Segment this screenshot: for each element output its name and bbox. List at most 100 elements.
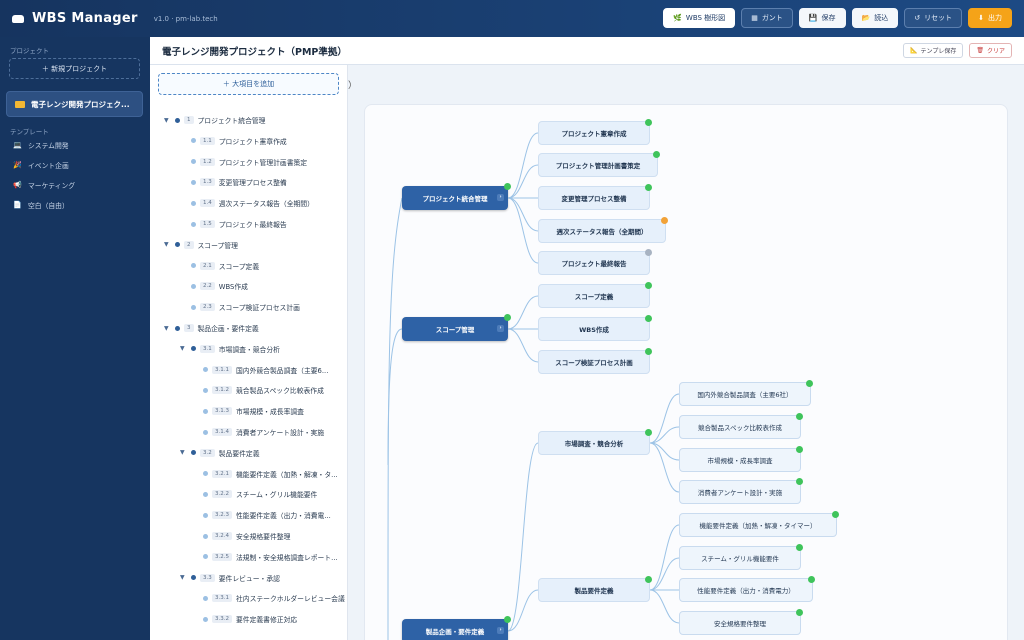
template-blank[interactable]: 📄 空白（自由） [13, 200, 69, 210]
tree-row[interactable]: 3.3.1 社内ステークホルダーレビュー会議 [192, 589, 345, 607]
tree-row[interactable]: 1.3 変更管理プロセス整備 [180, 173, 287, 191]
mindmap-node[interactable]: 国内外競合製品調査（主要6社） [679, 380, 813, 406]
tree-row[interactable]: 1.2 プロジェクト管理計画書策定 [180, 153, 307, 171]
expand-icon[interactable]: › [497, 627, 504, 634]
gantt-view-button[interactable]: ▦ ガント [741, 8, 793, 28]
mindmap-node[interactable]: 消費者アンケート設計・実施 [679, 478, 803, 504]
app-logo: WBS Manager v1.0 · pm-lab.tech [12, 11, 218, 26]
mindmap-node[interactable]: 性能要件定義（出力・消費電力） [679, 576, 815, 602]
save-button[interactable]: 💾 保存 [798, 8, 846, 28]
mindmap-node[interactable]: プロジェクト最終報告 [538, 249, 652, 275]
status-indicator-icon [645, 249, 652, 256]
mindmap-node[interactable]: 市場規模・成長率調査 [679, 446, 803, 472]
mindmap-node[interactable]: スチーム・グリル機能要件 [679, 544, 803, 570]
tree-row[interactable]: ▼ 3.2 製品要件定義 [180, 444, 260, 462]
status-indicator-icon [808, 576, 815, 583]
chevron-down-icon[interactable]: ▼ [164, 241, 171, 248]
tree-row[interactable]: 3.2.4 安全規格要件整理 [192, 527, 290, 545]
mindmap-node[interactable]: WBS作成 [538, 315, 652, 341]
button-label: クリア [986, 48, 1005, 55]
export-button[interactable]: ⬇ 出力 [968, 8, 1012, 28]
mindmap-link [649, 524, 680, 591]
tree-row-label: 機能要件定義（加熱・解凍・タ... [236, 470, 338, 479]
status-indicator-icon [504, 616, 511, 623]
status-dot-icon [203, 512, 208, 518]
tree-row[interactable]: 3.2.1 機能要件定義（加熱・解凍・タ... [192, 465, 338, 483]
tree-row[interactable]: ▼ 1 プロジェクト統合管理 [164, 111, 265, 129]
mindmap-node[interactable]: 市場調査・競合分析 [538, 429, 652, 455]
tree-row[interactable]: 1.4 週次ステータス報告（全期間） [180, 194, 314, 212]
tree-row[interactable]: 3.2.5 法規制・安全規格調査レポート... [192, 548, 338, 566]
tree-row[interactable]: 1.5 プロジェクト最終報告 [180, 215, 287, 233]
mindmap-node[interactable]: 競合製品スペック比較表作成 [679, 413, 803, 439]
expand-icon[interactable]: › [497, 194, 504, 201]
chevron-down-icon[interactable]: ▼ [180, 449, 187, 456]
chevron-down-icon[interactable]: ▼ [164, 325, 171, 332]
status-dot-icon [203, 554, 208, 560]
mindmap-node[interactable]: プロジェクト管理計画書策定 [538, 151, 660, 177]
tree-row-label: スコープ管理 [197, 241, 238, 250]
tree-row[interactable]: 3.1.3 市場規模・成長率調査 [192, 402, 304, 420]
tree-row-label: WBS作成 [218, 283, 248, 292]
mindmap-node[interactable]: プロジェクト憲章作成 [538, 119, 652, 145]
tree-row[interactable]: 3.2.3 性能要件定義（出力・消費電... [192, 506, 331, 524]
tree-row[interactable]: 3.1.4 消費者アンケート設計・実施 [192, 423, 324, 441]
mindmap-node[interactable]: 変更管理プロセス整備 [538, 184, 652, 210]
tree-row[interactable]: ▼ 3 製品企画・要件定義 [164, 319, 259, 337]
mindmap-node[interactable]: 製品企画・要件定義 › [402, 616, 511, 640]
tree-row[interactable]: 3.1.1 国内外競合製品調査（主要6... [192, 361, 328, 379]
reset-button[interactable]: ↺ リセット [904, 8, 963, 28]
download-icon: ⬇ [978, 14, 984, 22]
current-project-item[interactable]: 電子レンジ開発プロジェク... [6, 91, 143, 117]
tree-row-label: プロジェクト憲章作成 [218, 137, 287, 146]
mindmap-canvas[interactable]: ） プロジェクト統合管理 › プロジェクト憲章作成 プロジェクト管理計画書策定 変更管理… [348, 65, 1024, 640]
expand-icon[interactable]: › [497, 325, 504, 332]
tree-row[interactable]: 3.1.2 競合製品スペック比較表作成 [192, 381, 324, 399]
template-system-dev[interactable]: 💻 システム開発 [13, 140, 69, 150]
mindmap-link [649, 426, 680, 444]
template-marketing[interactable]: 📢 マーケティング [13, 180, 75, 190]
tree-row[interactable]: 2.1 スコープ定義 [180, 257, 259, 275]
mindmap-node[interactable]: スコープ管理 › [402, 314, 511, 341]
mindmap-node[interactable]: 安全規格要件整理 [679, 609, 803, 635]
tree-row[interactable]: 2.3 スコープ検証プロセス計画 [180, 298, 300, 316]
status-dot-icon [203, 471, 208, 477]
mindmap-link [507, 132, 539, 199]
mindmap-node[interactable]: スコープ定義 [538, 282, 652, 308]
chevron-down-icon[interactable]: ▼ [180, 345, 187, 352]
mindmap-node[interactable]: スコープ検証プロセス計画 [538, 348, 652, 374]
mindmap-node[interactable]: 製品要件定義 [538, 576, 652, 602]
wbs-tree-panel: ＋ 大項目を追加 ▼ 1 プロジェクト統合管理 1.1 プロジェクト憲章作成 1.2 プロジ… [150, 65, 348, 640]
node-label: 市場規模・成長率調査 [707, 457, 773, 465]
tree-row-label: 競合製品スペック比較表作成 [236, 387, 324, 396]
wbs-number: 3.1.2 [212, 386, 232, 395]
template-label: 空白（自由） [28, 202, 69, 210]
node-label: 国内外競合製品調査（主要6社） [697, 391, 793, 399]
tree-row[interactable]: 3.3.2 要件定義書修正対応 [192, 610, 297, 628]
wbs-tree-view-button[interactable]: 🌿 WBS 樹形図 [663, 8, 736, 28]
mindmap-node[interactable]: 週次ステータス報告（全期間） [538, 217, 668, 243]
node-label: スコープ検証プロセス計画 [555, 359, 633, 367]
tree-row[interactable]: 1.1 プロジェクト憲章作成 [180, 132, 287, 150]
chevron-down-icon[interactable]: ▼ [180, 574, 187, 581]
mindmap-link [507, 164, 539, 199]
button-label: 出力 [988, 14, 1002, 22]
tree-row[interactable]: ▼ 2 スコープ管理 [164, 236, 238, 254]
tree-row[interactable]: 2.2 WBS作成 [180, 277, 248, 295]
add-root-item-button[interactable]: ＋ 大項目を追加 [158, 73, 339, 95]
template-event[interactable]: 🎉 イベント企画 [13, 160, 69, 170]
app-version: v1.0 · pm-lab.tech [153, 14, 218, 23]
tree-row[interactable]: ▼ 3.1 市場調査・競合分析 [180, 340, 280, 358]
clear-button[interactable]: 🗑 クリア [969, 43, 1012, 58]
template-save-button[interactable]: 📐 テンプレ保存 [903, 43, 964, 58]
mindmap-node[interactable]: プロジェクト統合管理 › [402, 183, 511, 210]
new-project-button[interactable]: ＋ 新規プロジェクト [9, 58, 140, 79]
wbs-number: 1.2 [200, 157, 215, 166]
chevron-down-icon[interactable]: ▼ [164, 117, 171, 124]
node-label: WBS作成 [579, 326, 609, 334]
tree-row[interactable]: 3.2.2 スチーム・グリル機能要件 [192, 485, 317, 503]
load-button[interactable]: 📂 読込 [851, 8, 899, 28]
mindmap-node[interactable]: 機能要件定義（加熱・解凍・タイマー） [679, 511, 839, 537]
status-dot-icon [191, 179, 196, 185]
tree-row[interactable]: ▼ 3.3 要件レビュー・承認 [180, 569, 280, 587]
